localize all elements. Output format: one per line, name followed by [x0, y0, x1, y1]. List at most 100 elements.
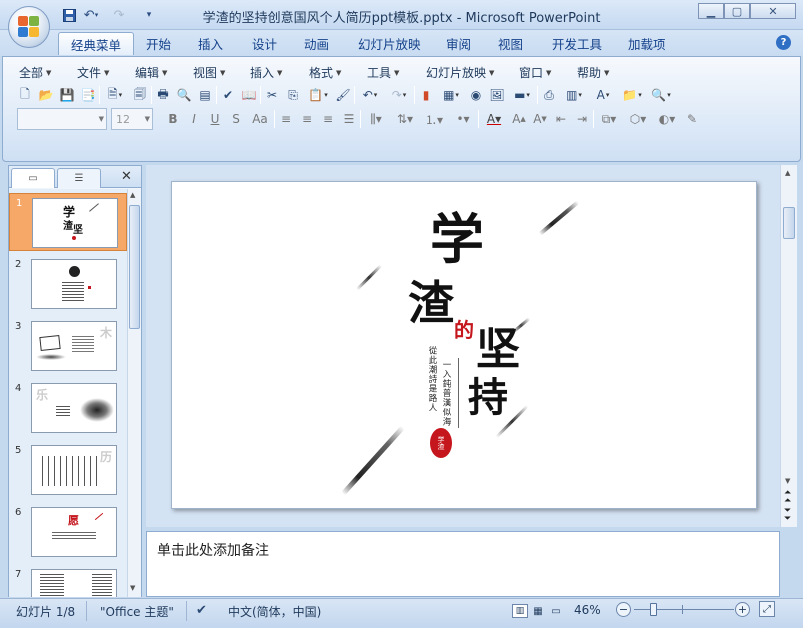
bold-button[interactable]: B [163, 109, 183, 129]
insert-picture-icon[interactable]: 🖼 [487, 85, 507, 105]
font-name-combo[interactable]: ▼ [17, 108, 107, 130]
menu-help[interactable]: 帮助 ▼ [577, 64, 609, 81]
cut-icon[interactable]: ✂ [262, 85, 282, 105]
tab-developer[interactable]: 开发工具 [540, 32, 614, 55]
slide-thumbnail-6[interactable]: 6 愿 [9, 503, 127, 561]
change-case-button[interactable]: Aa [247, 109, 273, 129]
tab-addins[interactable]: 加载项 [616, 32, 678, 55]
grow-font-icon[interactable]: A ▲ [509, 109, 529, 129]
print-preview-icon[interactable]: 🔍 [174, 85, 194, 105]
page-setup-icon[interactable]: ▤ [195, 85, 215, 105]
slide-sorter-icon[interactable]: ▦ [530, 604, 546, 618]
align-right-icon[interactable]: ≡ [318, 109, 338, 129]
text-box-icon[interactable]: A [589, 85, 617, 105]
notes-placeholder[interactable]: 单击此处添加备注 [157, 540, 269, 560]
save-file-icon[interactable]: 💾 [57, 85, 77, 105]
notes-pane[interactable]: 单击此处添加备注 [146, 531, 780, 597]
tab-outline[interactable]: ☰ [57, 168, 101, 188]
scroll-thumb[interactable] [129, 205, 140, 329]
tab-slideshow[interactable]: 幻灯片放映 [346, 32, 433, 55]
numbering-icon[interactable]: ⒈▾ [420, 109, 448, 129]
scroll-down-icon[interactable]: ▼ [785, 477, 790, 485]
shape-outline-icon[interactable]: ✎ [682, 109, 702, 129]
maximize-button[interactable]: ▢ [724, 3, 750, 19]
slide-scrollbar[interactable]: ▲ ▼ ⏶ ⏶ ⏷ ⏷ [780, 165, 797, 527]
slideshow-view-icon[interactable]: ▭ [548, 604, 564, 618]
tab-animation[interactable]: 动画 [292, 32, 341, 55]
menu-format[interactable]: 格式 ▼ [309, 64, 341, 81]
increase-indent-icon[interactable]: ⇥ [572, 109, 592, 129]
underline-button[interactable]: U [205, 109, 225, 129]
menu-all[interactable]: 全部 ▼ [19, 64, 51, 81]
help-icon[interactable]: ? [776, 35, 791, 50]
font-size-combo[interactable]: 12 ▼ [111, 108, 153, 130]
current-slide[interactable]: 学 渣 的 坚 持 一入鈍普漢似海 從此潮詩是路人 学渣 [171, 181, 757, 509]
close-button[interactable]: ✕ [750, 3, 796, 19]
tab-home[interactable]: 开始 [134, 32, 183, 55]
previous-slide-icon[interactable]: ⏶ ⏶ [784, 489, 791, 506]
menu-edit[interactable]: 编辑 ▼ [135, 64, 167, 81]
zoom-slider-thumb[interactable] [650, 603, 657, 616]
spelling-icon[interactable]: ✔ [218, 85, 238, 105]
tab-insert[interactable]: 插入 [186, 32, 235, 55]
slide-thumbnail-2[interactable]: 2 [9, 255, 127, 313]
slide-thumbnail-1[interactable]: 1 学 渣 坚 [9, 193, 127, 251]
bullets-icon[interactable]: •▾ [449, 109, 477, 129]
scroll-thumb[interactable] [783, 207, 795, 239]
tab-view[interactable]: 视图 [486, 32, 535, 55]
arrange-icon[interactable]: ⧉▾ [595, 109, 623, 129]
shrink-font-icon[interactable]: A ▼ [530, 109, 550, 129]
thumbnails-scrollbar[interactable]: ▲ ▼ [127, 189, 141, 597]
menu-window[interactable]: 窗口 ▼ [519, 64, 551, 81]
align-left-icon[interactable]: ≡ [276, 109, 296, 129]
minimize-button[interactable]: ▁ [698, 3, 724, 19]
zoom-slider-track[interactable] [634, 609, 734, 610]
redo-toolbar-icon[interactable]: ↷ [385, 85, 413, 105]
fit-to-window-icon[interactable]: ⤢ [759, 601, 775, 617]
menu-slideshow[interactable]: 幻灯片放映 ▼ [426, 64, 494, 81]
research-icon[interactable]: 📖 [239, 85, 259, 105]
tab-slides[interactable]: ▭ [11, 168, 55, 188]
insert-chart-icon[interactable]: ▮ [416, 85, 436, 105]
tab-design[interactable]: 设计 [240, 32, 289, 55]
scroll-up-icon[interactable]: ▲ [130, 191, 135, 199]
justify-icon[interactable]: ☰ [339, 109, 359, 129]
shapes-icon[interactable]: ⬡▾ [624, 109, 652, 129]
find-icon[interactable]: 🔍 [647, 85, 675, 105]
slide-thumbnail-7[interactable]: 7 [9, 565, 127, 597]
office-button[interactable] [8, 6, 50, 48]
normal-view-icon[interactable]: ▥ [512, 604, 528, 618]
scroll-down-icon[interactable]: ▼ [130, 584, 135, 592]
slide-thumbnail-5[interactable]: 5 历 [9, 441, 127, 499]
publish-icon[interactable]: 🗐 [130, 85, 150, 105]
format-painter-icon[interactable]: 🖌 [333, 85, 353, 105]
close-pane-icon[interactable]: ✕ [121, 169, 132, 184]
decrease-indent-icon[interactable]: ⇤ [551, 109, 571, 129]
font-color-icon[interactable]: A▾ [480, 109, 508, 129]
zoom-level[interactable]: 46% [574, 603, 601, 617]
insert-table-icon[interactable]: ▦ [437, 85, 465, 105]
permission-icon[interactable]: 🗎 [101, 85, 129, 105]
zoom-out-icon[interactable]: − [616, 602, 631, 617]
menu-insert[interactable]: 插入 ▼ [250, 64, 282, 81]
shape-fill-icon[interactable]: ◐▾ [653, 109, 681, 129]
scroll-up-icon[interactable]: ▲ [785, 169, 790, 177]
open-folder-icon[interactable]: 📂 [36, 85, 56, 105]
menu-view[interactable]: 视图 ▼ [193, 64, 225, 81]
copy-icon[interactable]: ⎘ [283, 85, 303, 105]
new-slide-icon[interactable]: ⎙ [539, 85, 559, 105]
italic-button[interactable]: I [184, 109, 204, 129]
undo-toolbar-icon[interactable]: ↶ [356, 85, 384, 105]
save-as-pdf-icon[interactable]: 📑 [78, 85, 98, 105]
menu-tools[interactable]: 工具 ▼ [367, 64, 399, 81]
slide-thumbnail-3[interactable]: 3 木 [9, 317, 127, 375]
tab-classic-menu[interactable]: 经典菜单 [58, 32, 135, 55]
text-direction-icon[interactable]: ⇅▾ [391, 109, 419, 129]
paste-icon[interactable]: 📋 [304, 85, 332, 105]
columns-icon[interactable]: ⫼▾ [362, 109, 390, 129]
shadow-button[interactable]: S [226, 109, 246, 129]
print-icon[interactable]: 🖶 [153, 85, 173, 105]
tab-review[interactable]: 审阅 [434, 32, 483, 55]
next-slide-icon[interactable]: ⏷ ⏷ [784, 507, 791, 524]
language[interactable]: 中文(简体，中国) [228, 603, 321, 620]
